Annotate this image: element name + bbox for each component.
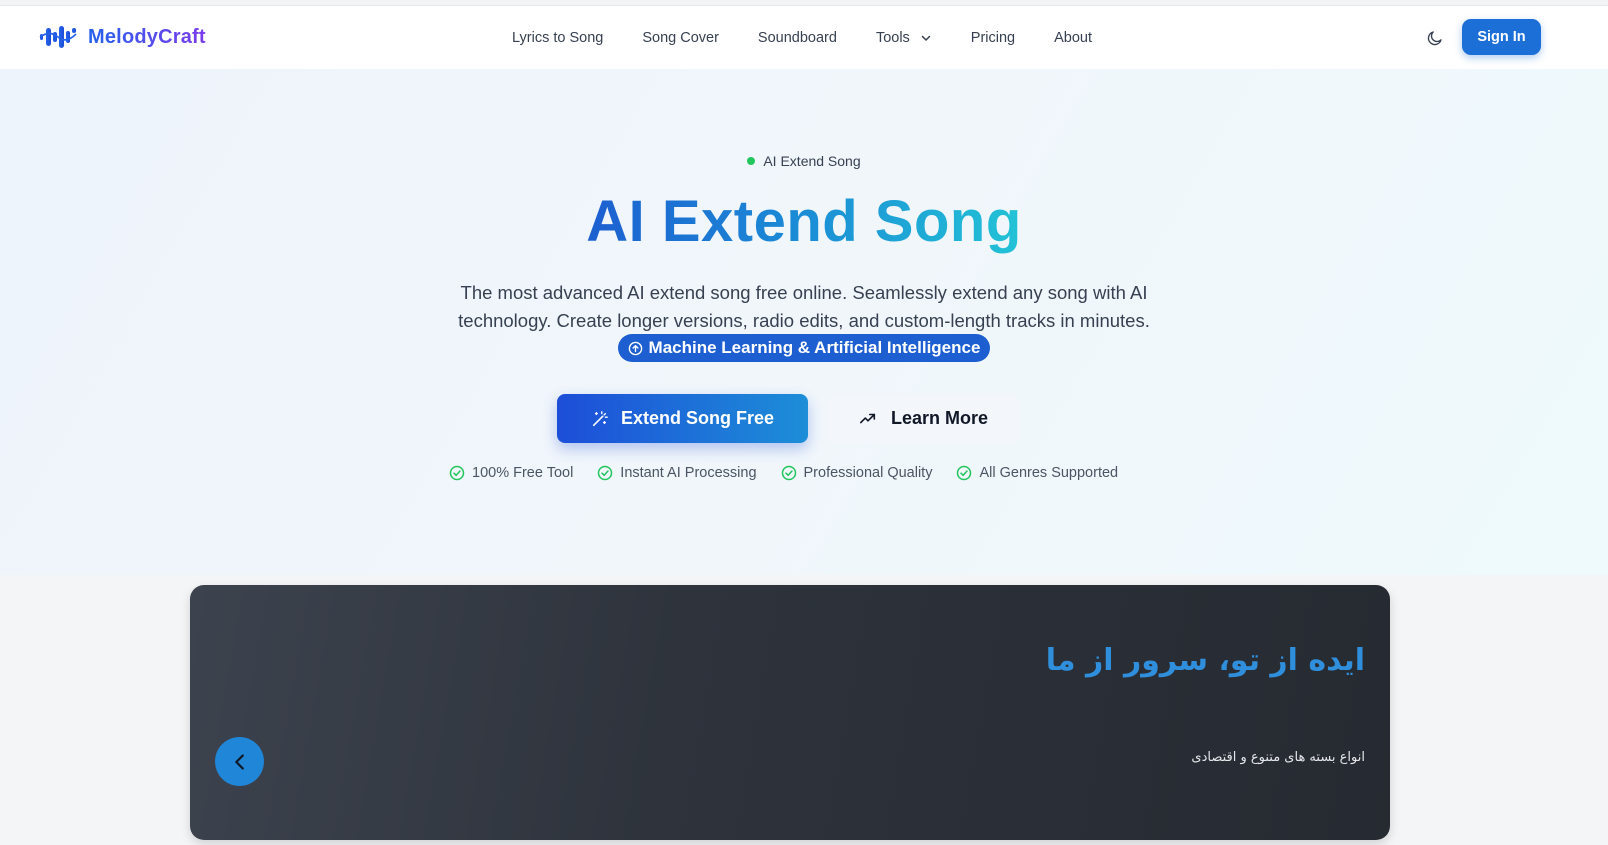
nav-lyrics-to-song[interactable]: Lyrics to Song: [512, 30, 603, 46]
learn-more-label: Learn More: [890, 408, 989, 428]
nav-label: Song Cover: [642, 29, 719, 46]
magic-wand-icon: [592, 410, 608, 426]
feature-item: 100% Free Tool: [449, 465, 573, 481]
feature-list: 100% Free Tool Instant AI Processing Pro…: [449, 465, 1118, 481]
brand-name: MelodyCraft: [88, 25, 206, 48]
nav-pricing[interactable]: Pricing: [971, 30, 1015, 46]
extend-song-free-label: Extend Song Free: [620, 408, 775, 428]
hero-description-text: The most advanced AI extend song free on…: [458, 282, 1150, 331]
chevron-down-icon: [921, 35, 931, 41]
banner-title: ایده از تو، سرور از ما: [1045, 643, 1365, 678]
check-circle-icon: [598, 465, 613, 481]
nav-label: Lyrics to Song: [512, 29, 604, 46]
nav-label: About: [1054, 29, 1093, 46]
feature-item: Professional Quality: [781, 465, 933, 481]
learn-more-button[interactable]: Learn More: [828, 394, 1019, 443]
ml-ai-pill: Machine Learning & Artificial Intelligen…: [617, 334, 991, 363]
sign-in-button[interactable]: Sign In: [1462, 19, 1541, 55]
chevron-left-icon: [234, 753, 244, 770]
waveform-logo-icon: [39, 26, 77, 48]
hero-section: AI Extend Song AI Extend Song The most a…: [0, 69, 1608, 575]
feature-label: All Genres Supported: [979, 465, 1119, 481]
check-circle-icon: [957, 465, 972, 481]
feature-item: Instant AI Processing: [597, 465, 757, 481]
check-circle-icon: [781, 465, 796, 481]
check-circle-icon: [449, 465, 465, 481]
hero-badge: AI Extend Song: [0, 153, 1608, 169]
site-header: MelodyCraft Lyrics to Song Song Cover So…: [0, 6, 1608, 69]
status-dot-icon: [747, 157, 756, 166]
dark-mode-moon-icon[interactable]: [1426, 29, 1444, 47]
extend-song-free-button[interactable]: Extend Song Free: [557, 394, 808, 443]
carousel-prev-button[interactable]: [215, 737, 264, 786]
feature-label: Instant AI Processing: [620, 465, 757, 481]
nav-tools-dropdown[interactable]: Tools: [876, 30, 932, 46]
hero-badge-label: AI Extend Song: [763, 153, 861, 169]
hero-description: The most advanced AI extend song free on…: [454, 279, 1154, 364]
feature-label: Professional Quality: [803, 465, 933, 481]
banner-subtitle: انواع بسته های متنوع و اقتصادی: [1191, 750, 1365, 765]
feature-label: 100% Free Tool: [472, 465, 574, 481]
nav-song-cover[interactable]: Song Cover: [642, 30, 719, 46]
ml-ai-pill-label: Machine Learning & Artificial Intelligen…: [648, 338, 981, 358]
trending-up-icon: [859, 413, 876, 423]
main-nav: Lyrics to Song Song Cover Soundboard Too…: [512, 6, 1092, 69]
nav-soundboard[interactable]: Soundboard: [758, 30, 837, 46]
promo-banner-carousel: ایده از تو، سرور از ما انواع بسته های مت…: [190, 585, 1390, 840]
nav-label: Pricing: [970, 29, 1016, 46]
feature-item: All Genres Supported: [956, 465, 1118, 481]
nav-label: Soundboard: [757, 29, 837, 46]
nav-label: Tools: [875, 29, 910, 46]
brand-logo[interactable]: MelodyCraft: [38, 22, 206, 52]
nav-about[interactable]: About: [1054, 30, 1092, 46]
circle-arrow-up-icon: [628, 341, 642, 355]
hero-title: AI Extend Song: [0, 187, 1608, 257]
hero-title-text: AI Extend Song: [586, 189, 1022, 254]
